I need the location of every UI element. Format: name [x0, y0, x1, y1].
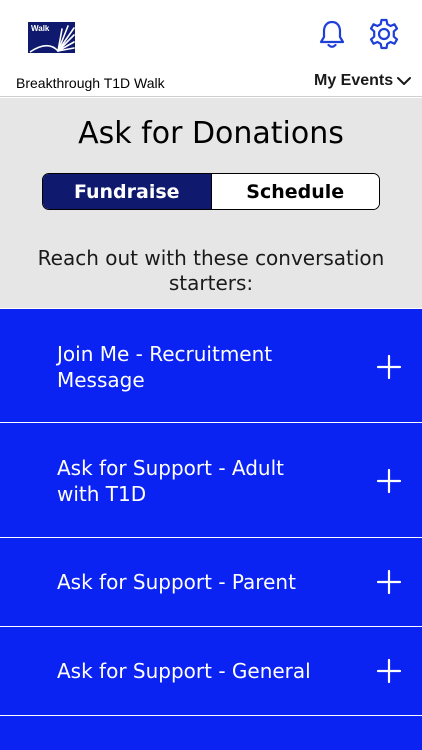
starter-item-parent[interactable]: Ask for Support - Parent: [0, 538, 422, 627]
app-header: Walk Breakthrough T1D Walk My Events: [0, 0, 422, 97]
starter-item-partial[interactable]: [0, 716, 422, 750]
bell-icon: [319, 20, 345, 48]
page-title: Ask for Donations: [78, 116, 344, 151]
plus-icon: [376, 569, 402, 595]
starter-label: Ask for Support - Parent: [57, 570, 296, 594]
gear-icon: [369, 18, 399, 50]
starter-label: Ask for Support - Adult with T1D: [57, 456, 284, 506]
conversation-starters-list: Join Me - Recruitment Message Ask for Su…: [0, 309, 422, 750]
starter-label: Ask for Support - General: [57, 659, 311, 683]
walk-logo: Walk: [28, 22, 75, 53]
my-events-label: My Events: [314, 72, 394, 89]
plus-icon: [376, 354, 402, 380]
view-segmented-control: Fundraise Schedule: [42, 173, 380, 210]
starter-label: Join Me - Recruitment Message: [57, 342, 273, 392]
starter-item-adult-t1d[interactable]: Ask for Support - Adult with T1D: [0, 423, 422, 538]
chevron-down-icon: [397, 77, 412, 85]
logo-text: Walk: [31, 24, 50, 33]
tab-schedule[interactable]: Schedule: [210, 174, 379, 209]
my-events-dropdown[interactable]: My Events: [314, 72, 412, 90]
notifications-button[interactable]: [314, 16, 350, 52]
plus-icon: [376, 468, 402, 494]
plus-icon: [376, 658, 402, 684]
starter-item-general[interactable]: Ask for Support - General: [0, 627, 422, 716]
starter-item-join-me[interactable]: Join Me - Recruitment Message: [0, 309, 422, 423]
tab-fundraise[interactable]: Fundraise: [43, 174, 211, 209]
organization-name: Breakthrough T1D Walk: [16, 75, 165, 91]
intro-text: Reach out with these conversation starte…: [37, 246, 385, 295]
settings-button[interactable]: [366, 16, 402, 52]
